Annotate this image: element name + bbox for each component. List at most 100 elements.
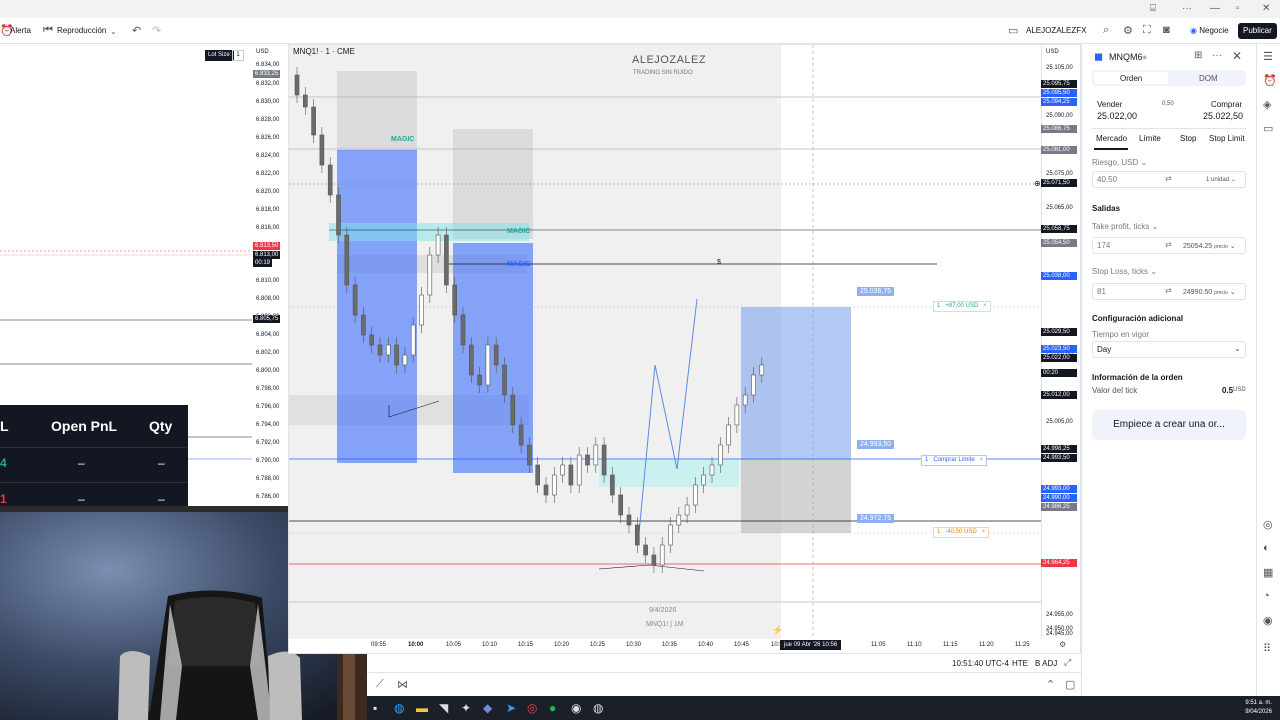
target-icon[interactable]: ◎ <box>1263 518 1273 531</box>
pattern-tool-icon[interactable]: ⋈ <box>397 678 408 691</box>
alert-button[interactable]: Alerta <box>10 26 31 35</box>
tab-order[interactable]: Orden <box>1120 74 1142 83</box>
telegram-icon[interactable]: ➤ <box>506 701 516 715</box>
create-order-button[interactable]: Empiece a crear una or... <box>1092 410 1246 440</box>
limit-order-text: Comprar Límite <box>933 457 975 463</box>
risk-label[interactable]: Riesgo, USD ⌄ <box>1092 158 1147 167</box>
tp-price[interactable]: 25054.25 precio ⌄ <box>1183 242 1236 250</box>
sl-label[interactable]: Stop Loss, ticks ⌄ <box>1092 267 1157 276</box>
redo-icon[interactable]: ↷ <box>152 24 161 37</box>
search-icon[interactable]: ⌕ <box>1103 24 1109 37</box>
order-info-label: Información de la orden <box>1092 373 1183 382</box>
settings-icon[interactable]: ⚙ <box>1123 24 1133 37</box>
settings-gear-icon[interactable]: ⚙ <box>1059 640 1066 649</box>
main-chart[interactable]: MNQ1! · 1 · CME ALEJOZALEZ TRADING SIN R… <box>288 44 1081 654</box>
grid-icon[interactable]: ⊞ <box>1194 50 1202 61</box>
candle-body <box>460 314 466 346</box>
tp-label[interactable]: Take profit, ticks ⌄ <box>1092 222 1158 231</box>
chevron-down-icon[interactable]: ⌄ <box>110 27 117 36</box>
ideas-icon[interactable]: ◐ <box>1263 542 1270 554</box>
system-clock[interactable]: 9:51 a. m. 9/04/2026 <box>1245 699 1272 717</box>
fullscreen-icon[interactable]: ⛶ <box>1143 24 1151 37</box>
tp-swap-icon[interactable]: ⇄ <box>1165 240 1172 249</box>
price-axis-tag: 25.038,00 <box>1041 272 1077 280</box>
tif-select[interactable] <box>1092 341 1246 358</box>
trend-tool-icon[interactable]: ⟋ <box>376 678 384 691</box>
os-taskbar: ▪ ◍ ▬ ◥ ✦ ◆ ➤ ◎ ● ◉ ◍ 9:51 a. m. 9/04/20… <box>367 696 1280 720</box>
buy-price[interactable]: 25.022,50 <box>1203 111 1243 121</box>
app-icon-1[interactable]: ▪ <box>373 701 377 715</box>
app-icon-10[interactable]: ◉ <box>571 701 581 715</box>
candle-body <box>701 474 707 486</box>
time-axis-label: 10:35 <box>662 642 678 648</box>
layout-icon[interactable]: ▭ <box>1008 24 1018 37</box>
notifications-icon[interactable]: ◔ <box>1263 590 1270 602</box>
replay-button[interactable]: Reproducción <box>57 26 106 35</box>
tif-chevron-icon[interactable]: ⌄ <box>1234 344 1241 353</box>
alerts-icon[interactable]: ⏰ <box>1263 74 1277 87</box>
sl-order-line[interactable]: 1 -40,50 USD × <box>933 527 990 538</box>
lot-size-input[interactable]: 1 <box>232 50 244 61</box>
swap-icon[interactable]: ⇄ <box>1165 174 1172 183</box>
candle-body <box>585 454 590 466</box>
risk-unit[interactable]: 1 unidad ⌄ <box>1206 176 1236 183</box>
status-time[interactable]: 10:51:40 UTC-4 <box>952 659 1009 668</box>
record-icon[interactable]: ◎ <box>527 701 537 715</box>
order-symbol[interactable]: MNQM6 <box>1109 52 1143 62</box>
chat-icon[interactable]: ▭ <box>1263 122 1273 135</box>
close-window-icon[interactable]: ✕ <box>1262 3 1270 14</box>
more-icon[interactable]: ··· <box>1182 3 1192 14</box>
calendar-icon[interactable]: ▦ <box>1263 566 1273 579</box>
chart-symbol-title[interactable]: MNQ1! · 1 · CME <box>293 47 355 56</box>
account-name[interactable]: ALEJOZALEZFX <box>1026 26 1086 35</box>
chatgpt-icon[interactable]: ✦ <box>461 701 471 715</box>
app-icon-11[interactable]: ◍ <box>593 701 603 715</box>
tp-order-line[interactable]: 1 +87,00 USD × <box>933 301 991 312</box>
status-session[interactable]: HTE <box>1012 659 1028 668</box>
undo-icon[interactable]: ↶ <box>132 24 141 37</box>
layers-icon[interactable]: ◈ <box>1263 98 1271 111</box>
sl-order-close[interactable]: × <box>982 529 986 535</box>
lightning-icon[interactable]: ⚡ <box>772 625 783 636</box>
info-icon[interactable]: ● <box>1142 52 1147 62</box>
tab-dom[interactable]: DOM <box>1199 74 1218 83</box>
price-axis[interactable] <box>1041 45 1080 639</box>
apps-grid-icon[interactable]: ⠿ <box>1263 642 1271 655</box>
order-type-stop-limit[interactable]: Stop Limit <box>1209 134 1245 143</box>
expand-icon[interactable]: ⤢ <box>1064 657 1071 668</box>
sell-price[interactable]: 25.022,00 <box>1097 111 1137 121</box>
buy-label[interactable]: Comprar <box>1211 100 1242 109</box>
status-adj[interactable]: B ADJ <box>1035 659 1057 668</box>
left-price-label: 6.816,00 <box>256 225 280 231</box>
tp-order-close[interactable]: × <box>983 303 987 309</box>
limit-order-line[interactable]: 1 Comprar Límite × <box>921 455 988 466</box>
crosshair-plus-icon[interactable]: ⊕ <box>1034 179 1041 188</box>
minimize-icon[interactable]: — <box>1210 3 1220 14</box>
camera-icon[interactable]: ◙ <box>1163 24 1170 36</box>
maximize-icon[interactable]: ▫ <box>1236 3 1240 14</box>
sl-price[interactable]: 24990.50 precio ⌄ <box>1183 288 1236 296</box>
folder-icon[interactable]: ▬ <box>416 701 428 715</box>
spotify-icon[interactable]: ● <box>549 701 556 715</box>
window-menu-icon[interactable]: ⌸ <box>1150 3 1156 14</box>
close-panel-icon[interactable]: ✕ <box>1232 49 1242 63</box>
limit-order-close[interactable]: × <box>980 457 984 463</box>
discord-icon[interactable]: ◆ <box>483 701 492 715</box>
watchlist-icon[interactable]: ☰ <box>1263 50 1273 63</box>
collapse-up-icon[interactable]: ⌃ <box>1046 678 1055 691</box>
trade-button[interactable]: ◉ Negocie <box>1186 23 1233 39</box>
maximize-panel-icon[interactable]: ▢ <box>1065 678 1075 691</box>
tradingview-icon[interactable]: ◥ <box>439 701 448 715</box>
order-type-market[interactable]: Mercado <box>1096 134 1127 143</box>
sl-swap-icon[interactable]: ⇄ <box>1165 286 1172 295</box>
tp-label-text: Take profit, ticks <box>1092 222 1150 231</box>
broadcast-icon[interactable]: ◉ <box>1263 614 1273 627</box>
sell-label[interactable]: Vender <box>1097 100 1122 109</box>
time-axis[interactable]: 09:55 10:00 10:05 10:10 10:15 10:20 10:25 10:30… <box>289 639 1080 653</box>
replay-icon[interactable]: ⏮ <box>43 24 53 37</box>
edge-icon[interactable]: ◍ <box>394 701 404 715</box>
publish-button[interactable]: Publicar <box>1238 23 1277 39</box>
order-type-limit[interactable]: Límite <box>1139 134 1161 143</box>
order-type-stop[interactable]: Stop <box>1180 134 1196 143</box>
more-options-icon[interactable]: ··· <box>1212 50 1222 61</box>
